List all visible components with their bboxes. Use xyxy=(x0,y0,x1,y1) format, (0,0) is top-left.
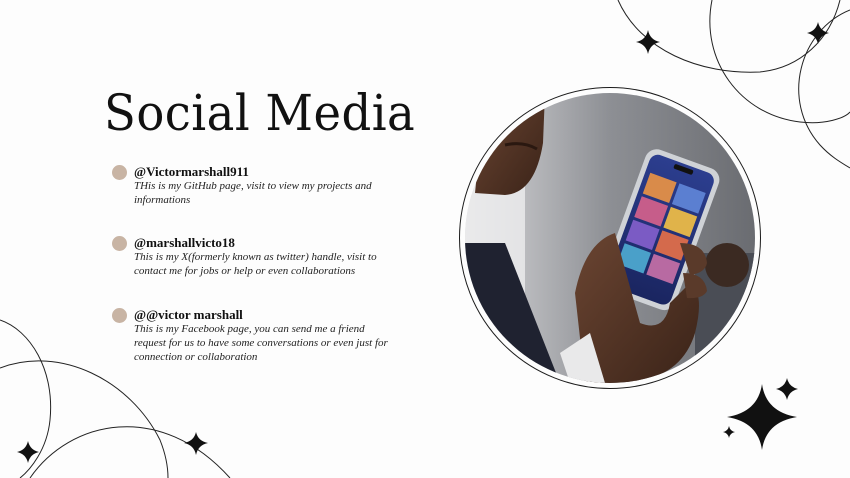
sparkle-icon xyxy=(636,30,660,54)
social-description: THis is my GitHub page, visit to view my… xyxy=(134,180,372,206)
page-title: Social Media xyxy=(104,84,416,142)
arc-bottom-left-3 xyxy=(29,426,231,478)
arc-bottom-left-2 xyxy=(0,360,169,478)
social-handle: @marshallvicto18 xyxy=(134,235,235,250)
social-description: This is my Facebook page, you can send m… xyxy=(134,323,388,363)
sparkle-small-icon xyxy=(723,426,735,438)
sparkle-icon xyxy=(776,378,798,400)
social-handle: @Victormarshall911 xyxy=(134,164,249,179)
social-description: This is my X(formerly known as twitter) … xyxy=(134,251,377,277)
social-handle: @@victor marshall xyxy=(134,307,243,322)
bullet-dot xyxy=(112,236,127,251)
social-media-photo xyxy=(465,93,755,383)
phone-in-hand-illustration xyxy=(465,93,755,383)
bullet-dot xyxy=(112,165,127,180)
bullet-dot xyxy=(112,308,127,323)
sparkle-icon xyxy=(184,432,208,455)
arc-top-right-2 xyxy=(709,0,850,124)
arc-top-right-1 xyxy=(617,0,841,73)
